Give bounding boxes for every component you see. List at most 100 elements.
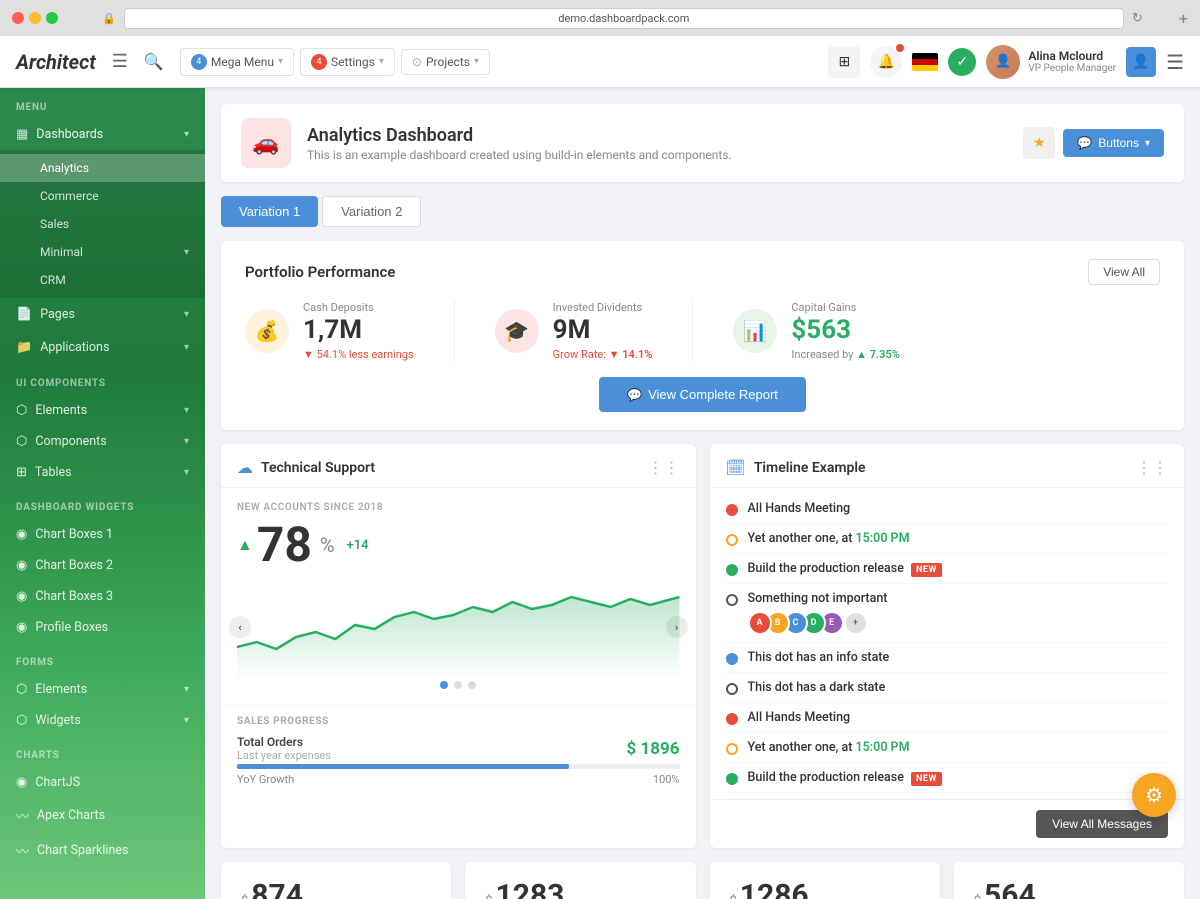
cash-deposits-change: ▼ 54.1% less earnings (303, 348, 414, 361)
browser-chrome: 🔒 demo.dashboardpack.com ↻ + (0, 0, 1200, 36)
timeline-menu-icon[interactable]: ⋮⋮ (1136, 458, 1168, 477)
components-label: Components (35, 434, 106, 449)
refresh-icon[interactable]: ↻ (1132, 11, 1143, 26)
sidebar-item-profile[interactable]: ◉ Profile Boxes (0, 612, 205, 643)
pages-label: Pages (40, 307, 75, 322)
chart1-label: Chart Boxes 1 (35, 527, 113, 542)
carousel-dot-2[interactable] (454, 681, 462, 689)
buttons-label: Buttons (1098, 136, 1139, 150)
sidebar-item-crm[interactable]: CRM (0, 266, 205, 294)
timeline-item-4: Something not important A B C D E + (726, 584, 1169, 643)
plus-icon[interactable]: + (1179, 9, 1188, 28)
projects-nav-item[interactable]: ⊙ Projects ▾ (401, 49, 490, 75)
user-name: Alina Mclourd (1028, 49, 1116, 63)
user-role: VP People Manager (1028, 63, 1116, 74)
grid-icon-btn[interactable]: ⊞ (828, 46, 860, 78)
settings-chevron: ▾ (379, 56, 384, 67)
stat-card-3: $ 1286 last month sales (710, 862, 940, 899)
view-all-button[interactable]: View All (1088, 259, 1160, 285)
sidebar-item-sales[interactable]: Sales (0, 210, 205, 238)
sidebar-item-tables[interactable]: ⊞ Tables ▾ (0, 457, 205, 488)
portfolio-card: Portfolio Performance View All 💰 Cash De… (221, 241, 1184, 430)
timeline-panel: 🗓 Timeline Example ⋮⋮ All Hands Meeting (710, 444, 1185, 848)
sidebar-item-components[interactable]: ⬡ Components ▾ (0, 426, 205, 457)
report-icon: 💬 (627, 388, 642, 402)
timeline-item-2: Yet another one, at 15:00 PM (726, 524, 1169, 554)
buttons-dropdown[interactable]: 💬 Buttons ▾ (1063, 129, 1164, 157)
tables-chevron: ▾ (184, 467, 189, 478)
sidebar-item-apex[interactable]: 〰 Apex Charts (0, 798, 205, 833)
sidebar-item-minimal[interactable]: Minimal ▾ (0, 238, 205, 266)
sidebar-item-dashboards[interactable]: ▦ Dashboards ▾ (0, 119, 205, 150)
chartjs-icon: ◉ (16, 775, 27, 790)
sidebar-item-sparklines[interactable]: 〰 Chart Sparklines (0, 833, 205, 868)
timeline-item-6: This dot has a dark state (726, 673, 1169, 703)
minimize-dot[interactable] (29, 12, 41, 24)
check-circle-btn[interactable]: ✓ (948, 48, 976, 76)
sidebar-section-widgets: DASHBOARD WIDGETS (0, 488, 205, 519)
view-complete-report-btn[interactable]: 💬 View Complete Report (599, 377, 806, 412)
report-btn-label: View Complete Report (648, 387, 778, 402)
form-widgets-icon: ⬡ (16, 713, 27, 728)
timeline-item-8-title: Yet another one, at 15:00 PM (748, 740, 910, 755)
cash-deposits-label: Cash Deposits (303, 301, 414, 314)
sidebar-section-charts: CHARTS (0, 736, 205, 767)
avatar: 👤 (986, 45, 1020, 79)
orders-sub: Last year expenses (237, 749, 331, 762)
sidebar-item-form-widgets[interactable]: ⬡ Widgets ▾ (0, 705, 205, 736)
maximize-dot[interactable] (46, 12, 58, 24)
close-dot[interactable] (12, 12, 24, 24)
stat-card-1-value: 874 (251, 878, 303, 899)
progress-pct: 100% (653, 773, 680, 786)
search-icon[interactable]: 🔍 (144, 52, 164, 71)
stat-cash-deposits: 💰 Cash Deposits 1,7M ▼ 54.1% less earnin… (245, 301, 414, 361)
notification-btn[interactable]: 🔔 (870, 46, 902, 78)
profile-label: Profile Boxes (35, 620, 108, 635)
orders-value: $ 1896 (627, 739, 680, 759)
mega-menu-item[interactable]: 4 Mega Menu ▾ (180, 48, 294, 76)
buttons-chevron: ▾ (1145, 138, 1150, 149)
sidebar-item-applications[interactable]: 📁 Applications ▾ (0, 331, 205, 364)
tables-icon: ⊞ (16, 465, 27, 480)
timeline-item-5: This dot has an info state (726, 643, 1169, 673)
tech-support-menu-icon[interactable]: ⋮⋮ (648, 458, 680, 477)
sidebar-item-pages[interactable]: 📄 Pages ▾ (0, 298, 205, 331)
carousel-dot-1[interactable] (440, 681, 448, 689)
timeline-item-3: Build the production release NEW (726, 554, 1169, 584)
tab-variation2[interactable]: Variation 2 (322, 196, 421, 227)
sidebar-item-chart1[interactable]: ◉ Chart Boxes 1 (0, 519, 205, 550)
settings-nav-item[interactable]: 4 Settings ▾ (300, 48, 395, 76)
elements-label: Elements (35, 403, 87, 418)
commerce-label: Commerce (40, 189, 99, 203)
top-nav: Architect ☰ 🔍 4 Mega Menu ▾ 4 Settings ▾… (0, 36, 1200, 88)
dashboards-label: Dashboards (36, 127, 103, 142)
timeline-item-2-title: Yet another one, at 15:00 PM (748, 531, 910, 546)
stat-capital-gains: 📊 Capital Gains $563 Increased by ▲ 7.35… (733, 301, 899, 361)
nav-more-icon[interactable]: ☰ (1166, 50, 1184, 74)
hamburger-icon[interactable]: ☰ (112, 51, 128, 72)
sidebar-item-analytics[interactable]: Analytics (0, 154, 205, 182)
cash-deposits-value: 1,7M (303, 316, 414, 345)
logo[interactable]: Architect (16, 50, 96, 74)
app-body: MENU ▦ Dashboards ▾ Analytics Commerce S… (0, 88, 1200, 899)
tab-variation1[interactable]: Variation 1 (221, 196, 318, 227)
star-button[interactable]: ★ (1023, 127, 1055, 159)
sidebar-item-elements[interactable]: ⬡ Elements ▾ (0, 395, 205, 426)
flag-icon[interactable] (912, 53, 938, 71)
sidebar-item-commerce[interactable]: Commerce (0, 182, 205, 210)
sidebar-item-chart2[interactable]: ◉ Chart Boxes 2 (0, 550, 205, 581)
chartjs-label: ChartJS (35, 775, 80, 790)
sidebar-item-chartjs[interactable]: ◉ ChartJS (0, 767, 205, 798)
user-icon-btn[interactable]: 👤 (1126, 47, 1156, 77)
page-title: Analytics Dashboard (307, 125, 732, 146)
user-menu[interactable]: 👤 Alina Mclourd VP People Manager (986, 45, 1116, 79)
sidebar-item-chart3[interactable]: ◉ Chart Boxes 3 (0, 581, 205, 612)
url-bar[interactable]: demo.dashboardpack.com (124, 8, 1124, 29)
gear-fab[interactable]: ⚙ (1132, 773, 1176, 817)
chart-nav-left[interactable]: ‹ (229, 616, 251, 638)
sidebar-item-form-elements[interactable]: ⬡ Elements ▾ (0, 674, 205, 705)
chart-nav-right[interactable]: › (666, 616, 688, 638)
main-content: 🚗 Analytics Dashboard This is an example… (205, 88, 1200, 899)
portfolio-title: Portfolio Performance (245, 263, 395, 281)
carousel-dot-3[interactable] (468, 681, 476, 689)
